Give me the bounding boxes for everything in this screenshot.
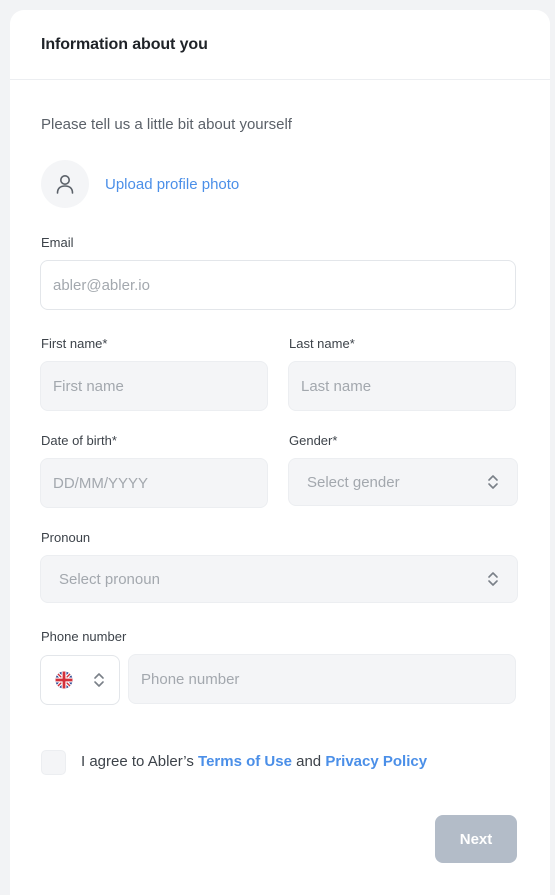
email-field[interactable] xyxy=(53,276,503,294)
terms-of-use-link[interactable]: Terms of Use xyxy=(198,753,292,770)
last-name-field-wrapper xyxy=(288,361,516,411)
agreement-text: I agree to Abler’s Terms of Use and Priv… xyxy=(81,753,427,770)
gender-select[interactable]: Select gender xyxy=(288,458,518,506)
phone-field-wrapper xyxy=(128,654,516,704)
email-label: Email xyxy=(41,235,74,250)
page-title: Information about you xyxy=(41,36,208,53)
chevron-up-down-icon xyxy=(94,673,104,687)
phone-label: Phone number xyxy=(41,629,127,644)
chevron-up-down-icon xyxy=(488,572,498,586)
gender-select-value: Select gender xyxy=(307,473,400,491)
card-header: Information about you xyxy=(10,10,550,80)
pronoun-select[interactable]: Select pronoun xyxy=(40,555,518,603)
email-field-wrapper xyxy=(40,260,516,310)
intro-text: Please tell us a little bit about yourse… xyxy=(41,116,292,133)
phone-number-field[interactable] xyxy=(141,670,503,688)
dob-field[interactable] xyxy=(53,474,255,492)
agree-checkbox[interactable] xyxy=(41,750,66,775)
gender-label: Gender* xyxy=(289,433,338,448)
dob-label: Date of birth* xyxy=(41,433,117,448)
user-icon[interactable] xyxy=(41,160,89,208)
last-name-field[interactable] xyxy=(301,377,503,395)
next-button[interactable]: Next xyxy=(435,815,517,863)
chevron-up-down-icon xyxy=(488,475,498,489)
information-card: Information about you Please tell us a l… xyxy=(10,10,550,895)
agreement-and: and xyxy=(296,753,322,770)
uk-flag-icon xyxy=(55,671,73,689)
first-name-field-wrapper xyxy=(40,361,268,411)
upload-profile-photo-link[interactable]: Upload profile photo xyxy=(105,176,239,193)
country-code-select[interactable] xyxy=(40,655,120,705)
privacy-policy-link[interactable]: Privacy Policy xyxy=(325,753,427,770)
profile-photo-row: Upload profile photo xyxy=(41,160,239,208)
last-name-label: Last name* xyxy=(289,336,355,351)
pronoun-select-value: Select pronoun xyxy=(59,570,160,588)
pronoun-label: Pronoun xyxy=(41,530,91,545)
first-name-field[interactable] xyxy=(53,377,255,395)
agreement-prefix: I agree to Abler’s xyxy=(81,753,194,770)
first-name-label: First name* xyxy=(41,336,108,351)
dob-field-wrapper xyxy=(40,458,268,508)
